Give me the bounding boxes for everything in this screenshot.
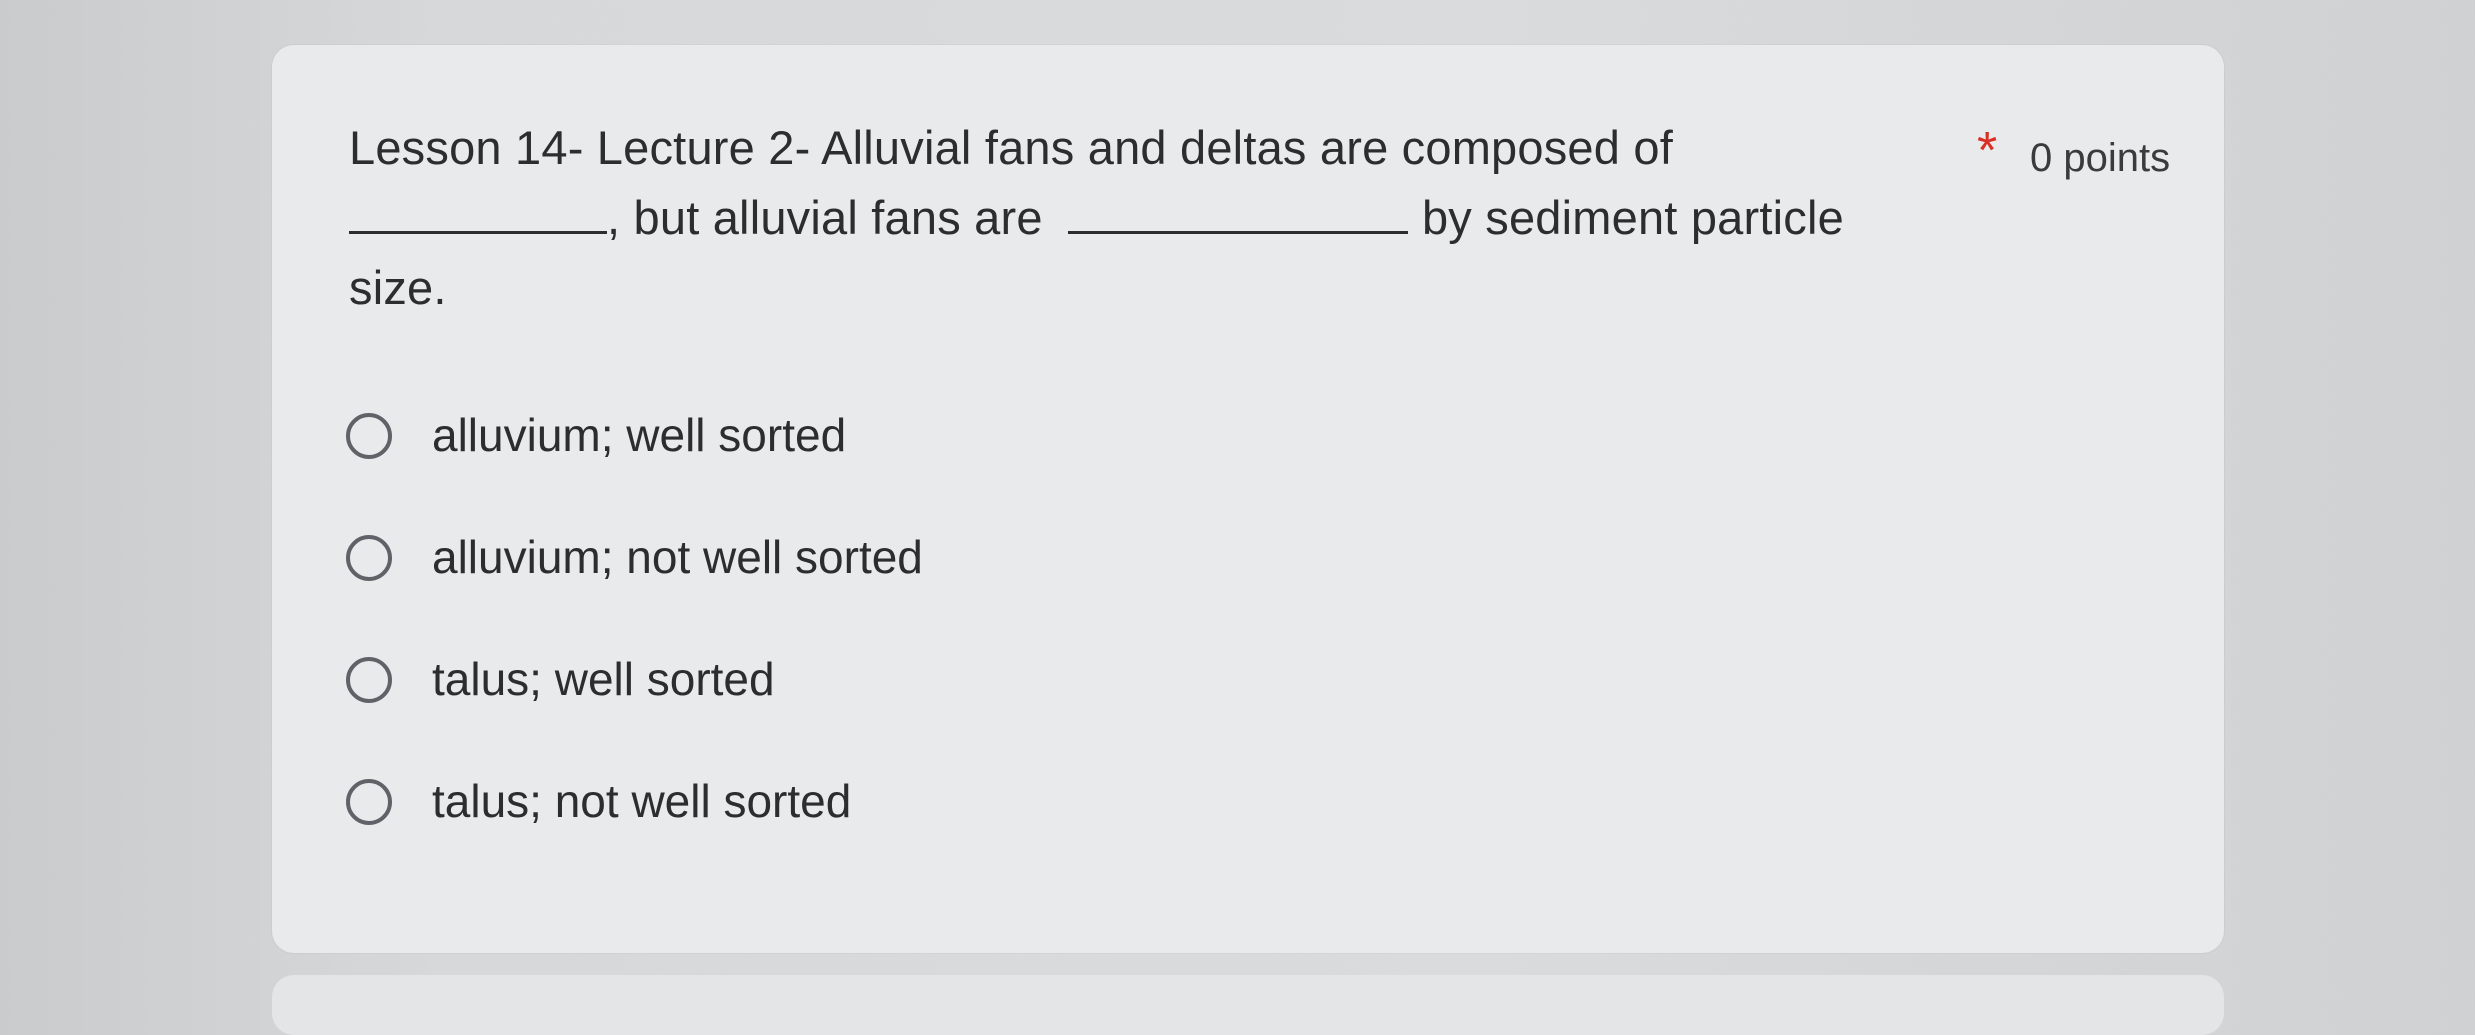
blank-2 (1067, 193, 1408, 234)
radio-button[interactable] (346, 535, 392, 581)
next-question-card (272, 975, 2224, 1035)
required-asterisk: * (1977, 122, 1998, 180)
radio-button[interactable] (346, 413, 392, 459)
points-label: 0 points (2030, 136, 2171, 180)
radio-button[interactable] (346, 779, 392, 825)
option-label[interactable]: alluvium; well sorted (432, 405, 846, 465)
option-label[interactable]: alluvium; not well sorted (432, 527, 923, 587)
radio-button[interactable] (346, 657, 392, 703)
question-text-part-1: Lesson 14- Lecture 2- Alluvial fans and … (349, 121, 1673, 174)
question-text: Lesson 14- Lecture 2- Alluvial fans and … (349, 113, 1889, 323)
option-label[interactable]: talus; well sorted (432, 649, 775, 709)
option-alluvium-well-sorted[interactable]: alluvium; well sorted (346, 405, 923, 527)
option-talus-not-well-sorted[interactable]: talus; not well sorted (346, 771, 923, 893)
question-text-part-2: , but alluvial fans are (607, 191, 1043, 244)
option-label[interactable]: talus; not well sorted (432, 771, 851, 831)
option-alluvium-not-well-sorted[interactable]: alluvium; not well sorted (346, 527, 923, 649)
answer-options: alluvium; well sorted alluvium; not well… (346, 405, 923, 893)
question-card: Lesson 14- Lecture 2- Alluvial fans and … (272, 45, 2224, 953)
blank-1 (349, 193, 607, 234)
option-talus-well-sorted[interactable]: talus; well sorted (346, 649, 923, 771)
